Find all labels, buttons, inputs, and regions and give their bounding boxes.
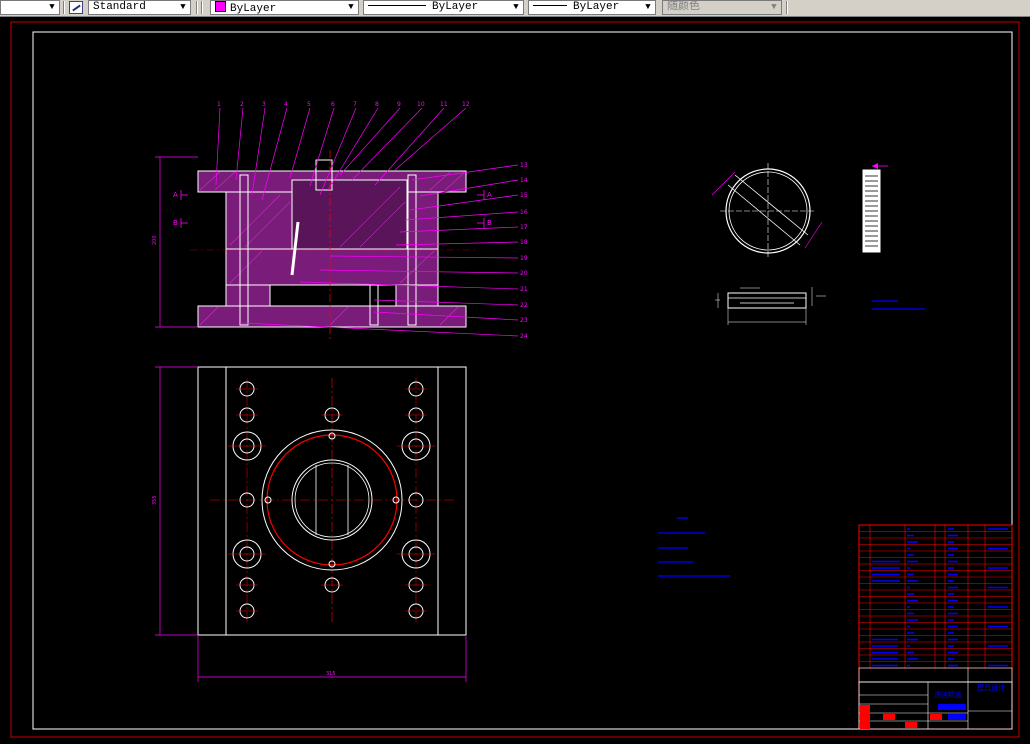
chevron-down-icon: ▼ bbox=[49, 2, 55, 12]
linetype-value: ByLayer bbox=[432, 1, 479, 13]
section-label: A bbox=[173, 191, 178, 199]
chevron-down-icon: ▼ bbox=[771, 2, 777, 12]
bottom-clamp-plate bbox=[197, 305, 467, 328]
drawing-title: 洗洁精盖 bbox=[934, 690, 962, 699]
linetype-preview bbox=[368, 5, 426, 6]
section-label: B bbox=[487, 219, 492, 227]
spacer-block-right bbox=[395, 284, 439, 307]
part-number: 8 bbox=[375, 101, 379, 108]
toolbar-separator bbox=[786, 1, 788, 14]
toolbar-separator bbox=[196, 1, 198, 14]
chevron-down-icon: ▼ bbox=[180, 2, 186, 12]
part-number: 22 bbox=[520, 302, 528, 309]
properties-toolbar: ▼ Standard ▼ ByLayer ▼ ByLayer ▼ ByLayer… bbox=[0, 0, 1030, 17]
dimension-value: 355 bbox=[152, 495, 158, 505]
section-label: B bbox=[173, 219, 178, 227]
linetype-dropdown[interactable]: ByLayer ▼ bbox=[363, 0, 524, 15]
dimension-width-plan: 315 bbox=[197, 635, 467, 682]
text-style-dropdown[interactable]: Standard ▼ bbox=[88, 0, 191, 15]
dimension-height-plan: 355 bbox=[152, 366, 198, 636]
toolbar-separator bbox=[201, 1, 203, 14]
part-number: 21 bbox=[520, 286, 528, 293]
part-detail-top-view bbox=[711, 163, 823, 259]
part-number: 13 bbox=[520, 162, 528, 169]
part-number: 11 bbox=[440, 101, 448, 108]
part-number: 3 bbox=[262, 101, 266, 108]
plot-style-value: 随颜色 bbox=[667, 1, 700, 13]
part-detail-section bbox=[715, 287, 826, 325]
part-number: 9 bbox=[397, 101, 401, 108]
b-plate bbox=[225, 248, 439, 286]
text-style-value: Standard bbox=[93, 1, 146, 13]
part-number: 17 bbox=[520, 224, 528, 231]
part-number: 15 bbox=[520, 192, 528, 199]
chevron-down-icon: ▼ bbox=[645, 2, 651, 12]
lineweight-dropdown[interactable]: ByLayer ▼ bbox=[528, 0, 656, 15]
part-detail-side-view bbox=[862, 163, 888, 253]
part-number: 10 bbox=[417, 101, 425, 108]
lineweight-preview bbox=[533, 5, 567, 6]
section-label: A bbox=[487, 191, 492, 199]
part-number: 20 bbox=[520, 270, 528, 277]
layer-color-value: ByLayer bbox=[230, 3, 277, 15]
title-block: 洗洁精盖 模具设计 bbox=[858, 524, 1013, 730]
chevron-down-icon: ▼ bbox=[348, 2, 354, 12]
plot-style-dropdown: 随颜色 ▼ bbox=[662, 0, 782, 15]
unnamed-dropdown[interactable]: ▼ bbox=[0, 0, 60, 15]
outer-border bbox=[10, 21, 1020, 738]
drawing-dept: 模具设计 bbox=[977, 683, 1005, 692]
part-numbers-top: 1 2 3 4 5 6 7 8 9 10 11 12 bbox=[217, 101, 470, 108]
layer-color-dropdown[interactable]: ByLayer ▼ bbox=[210, 0, 359, 15]
part-number: 7 bbox=[353, 101, 357, 108]
section-view bbox=[190, 150, 475, 340]
toolbar-separator bbox=[63, 1, 65, 14]
part-number: 14 bbox=[520, 177, 528, 184]
chevron-down-icon: ▼ bbox=[513, 2, 519, 12]
part-number: 1 bbox=[217, 101, 221, 108]
part-number: 5 bbox=[307, 101, 311, 108]
plan-view bbox=[197, 366, 467, 636]
part-number: 4 bbox=[284, 101, 288, 108]
ejector-plate bbox=[269, 284, 397, 307]
part-number: 24 bbox=[520, 333, 528, 340]
parts-list-rows bbox=[859, 531, 1012, 669]
parts-list-text bbox=[872, 528, 1008, 667]
part-number: 2 bbox=[240, 101, 244, 108]
part-numbers-right: 13 14 15 16 17 18 19 20 21 22 23 24 bbox=[520, 162, 528, 340]
text-style-icon[interactable] bbox=[69, 1, 83, 14]
lineweight-value: ByLayer bbox=[573, 1, 620, 13]
drawing-canvas[interactable]: 1 2 3 4 5 6 7 8 9 10 11 12 13 14 15 16 1… bbox=[0, 17, 1030, 740]
part-notes bbox=[872, 300, 925, 310]
part-number: 16 bbox=[520, 209, 528, 216]
cavity-insert bbox=[291, 179, 408, 251]
part-number: 6 bbox=[331, 101, 335, 108]
technical-notes bbox=[658, 517, 730, 577]
drawing-frame bbox=[32, 31, 1013, 730]
color-swatch bbox=[215, 1, 226, 12]
part-number: 18 bbox=[520, 239, 528, 246]
part-number: 23 bbox=[520, 317, 528, 324]
dimension-height-front: 200 bbox=[152, 156, 198, 328]
part-number: 19 bbox=[520, 255, 528, 262]
dimension-value: 315 bbox=[326, 671, 336, 677]
part-number: 12 bbox=[462, 101, 470, 108]
dimension-value: 200 bbox=[152, 235, 158, 245]
